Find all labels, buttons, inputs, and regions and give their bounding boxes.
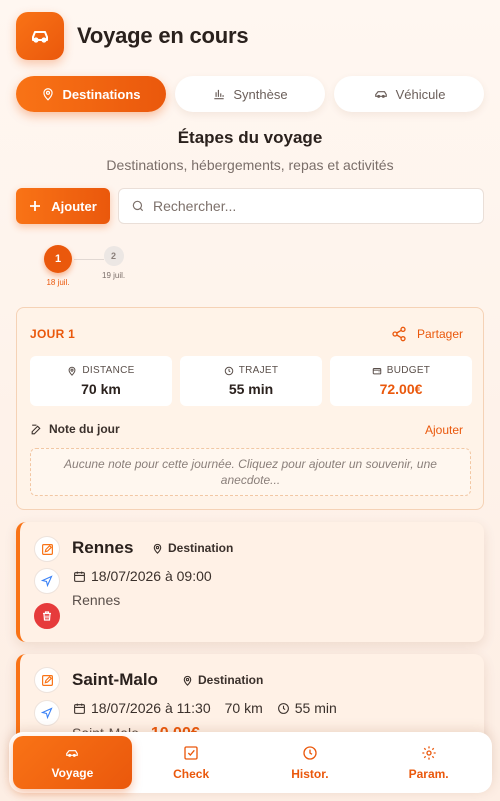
tab-label: Véhicule [395, 86, 446, 102]
edit-button[interactable] [34, 536, 60, 562]
stat-value: 70 km [81, 381, 121, 397]
tab-label: Destinations [62, 86, 141, 102]
stats-row: DISTANCE 70 km TRAJET 55 min BUDGET 72.0… [30, 356, 472, 406]
add-label: Ajouter [51, 198, 97, 214]
timeline-line [74, 259, 104, 260]
share-label: Partager [416, 327, 463, 341]
section-subtitle: Destinations, hébergements, repas et act… [106, 157, 394, 173]
navigation-icon [41, 707, 53, 719]
navigate-button[interactable] [34, 568, 60, 594]
plus-icon [29, 200, 41, 212]
calendar-icon [73, 702, 86, 715]
calendar-icon [73, 570, 86, 583]
nav-voyage[interactable]: Voyage [13, 736, 132, 789]
destination-name: Saint-Malo [72, 670, 158, 689]
nav-label: Check [173, 766, 210, 781]
wallet-icon [372, 366, 382, 376]
distance-text: 70 km [224, 700, 263, 716]
edit-button[interactable] [34, 667, 60, 693]
edit-note-icon [30, 423, 43, 436]
note-title-text: Note du jour [49, 422, 120, 436]
navigate-button[interactable] [34, 700, 60, 726]
checkbox-icon [183, 745, 199, 761]
share-icon [391, 326, 407, 342]
bottom-nav: Voyage Check Histor. Param. [9, 732, 492, 793]
edit-icon [41, 543, 54, 556]
map-pin-icon [182, 675, 193, 686]
car-icon [28, 24, 52, 48]
search-box [118, 188, 484, 224]
gear-icon [421, 745, 437, 761]
add-note-button[interactable]: Ajouter [425, 423, 463, 437]
note-placeholder[interactable]: Aucune note pour cette journée. Cliquez … [30, 448, 471, 496]
tab-destinations[interactable]: Destinations [16, 76, 166, 112]
navigation-icon [41, 575, 53, 587]
destination-type-label: Destination [198, 673, 264, 687]
search-icon [131, 199, 145, 213]
page-title: Voyage en cours [77, 23, 249, 48]
destination-type-label: Destination [168, 541, 234, 555]
app-logo [16, 12, 64, 60]
map-pin-icon [41, 87, 55, 101]
day-summary-card: JOUR 1 Partager DISTANCE 70 km TRAJET 55 [16, 307, 484, 510]
duration-text: 55 min [294, 700, 337, 716]
destination-name: Rennes [72, 538, 134, 557]
clock-icon [224, 366, 234, 376]
day-step-2[interactable]: 2 19 juil. [102, 246, 125, 280]
tab-synthese[interactable]: Synthèse [175, 76, 325, 112]
stat-budget: BUDGET 72.00€ [330, 356, 472, 406]
map-pin-icon [67, 366, 77, 376]
destination-meta: 18/07/2026 à 11:30 70 km 55 min [73, 700, 337, 716]
nav-parametres[interactable]: Param. [369, 736, 488, 789]
section-title: Étapes du voyage [177, 128, 323, 147]
stat-value: 72.00€ [379, 381, 423, 397]
destination-card[interactable]: Rennes Destination 18/07/2026 à 09:00 Re… [16, 522, 484, 642]
edit-icon [41, 674, 54, 687]
destination-place: Rennes [72, 592, 121, 608]
stat-label: DISTANCE [82, 365, 135, 376]
add-step-button[interactable]: Ajouter [16, 188, 110, 224]
note-title: Note du jour [30, 422, 120, 436]
share-button[interactable]: Partager [391, 326, 463, 342]
day-step-1[interactable]: 1 18 juil. [44, 245, 72, 287]
tab-bar: Destinations Synthèse Véhicule [16, 76, 484, 112]
tab-vehicule[interactable]: Véhicule [334, 76, 484, 112]
clock-icon [302, 745, 318, 761]
stat-label: TRAJET [238, 365, 279, 376]
nav-label: Histor. [291, 766, 329, 781]
stat-value: 55 min [228, 381, 274, 397]
datetime-text: 18/07/2026 à 11:30 [91, 700, 211, 716]
stat-distance: DISTANCE 70 km [30, 356, 172, 406]
destination-datetime: 18/07/2026 à 09:00 [73, 568, 212, 584]
stat-label: BUDGET [386, 365, 431, 376]
car-icon [373, 87, 389, 101]
app-header: Voyage en cours [16, 12, 249, 60]
destination-type: Destination [152, 541, 233, 555]
bar-chart-icon [212, 87, 226, 101]
day-number: 2 [103, 246, 124, 266]
nav-label: Voyage [51, 765, 94, 780]
nav-label: Param. [408, 766, 449, 781]
datetime-text: 18/07/2026 à 09:00 [91, 568, 212, 584]
delete-button[interactable] [34, 603, 60, 629]
nav-check[interactable]: Check [132, 736, 251, 789]
day-label: JOUR 1 [30, 327, 76, 341]
nav-historique[interactable]: Histor. [251, 736, 370, 789]
clock-icon [277, 702, 290, 715]
stat-duration: TRAJET 55 min [180, 356, 322, 406]
search-input[interactable] [153, 198, 453, 214]
destination-type: Destination [182, 673, 263, 687]
day-date: 18 juil. [46, 278, 70, 287]
trash-icon [41, 610, 53, 622]
day-number: 1 [44, 245, 72, 273]
car-icon [64, 746, 80, 760]
day-date: 19 juil. [102, 271, 126, 280]
tab-label: Synthèse [233, 86, 288, 102]
map-pin-icon [152, 543, 163, 554]
